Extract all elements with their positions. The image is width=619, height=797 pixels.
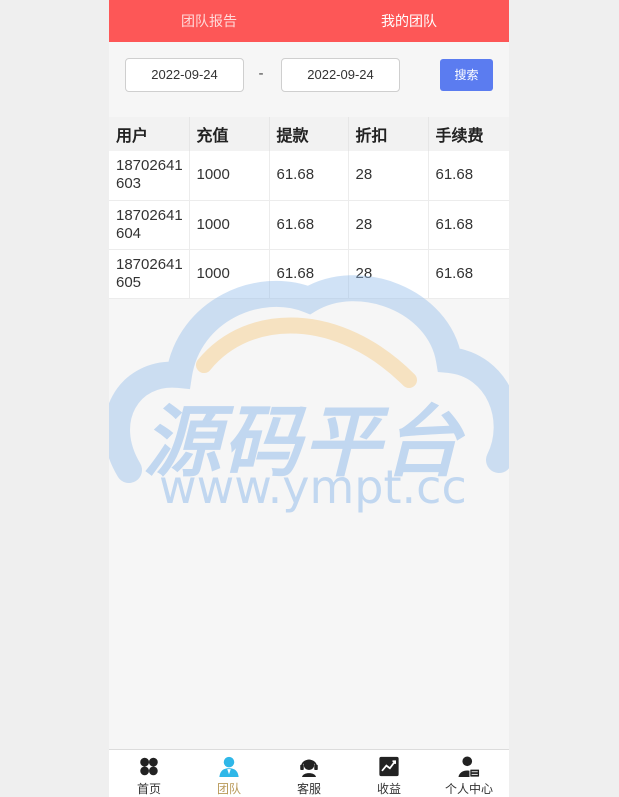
cell-fee: 61.68 xyxy=(435,264,474,282)
cell-fee: 61.68 xyxy=(435,215,474,233)
nav-item-team[interactable]: 团队 xyxy=(189,750,269,797)
nav-item-service[interactable]: 客服 xyxy=(269,750,349,797)
nav-label: 个人中心 xyxy=(444,782,493,796)
watermark-title: 源码平台 xyxy=(143,398,464,488)
column-header-user: 用户 xyxy=(109,117,190,151)
team-person-icon xyxy=(219,756,239,777)
column-header-discount: 折扣 xyxy=(348,117,429,151)
watermark-url: www.ympt.cc xyxy=(159,460,467,514)
nav-label: 收益 xyxy=(376,782,401,796)
cell-withdraw: 61.68 xyxy=(269,200,349,249)
cell-discount: 28 xyxy=(348,249,429,298)
nav-item-home[interactable]: 首页 xyxy=(109,750,189,797)
cell-discount: 28 xyxy=(348,200,429,249)
table-row: 18702641605 1000 61.68 28 61.68 xyxy=(109,249,509,298)
nav-label: 客服 xyxy=(296,782,321,796)
cell-recharge: 1000 xyxy=(189,151,270,200)
cell-user: 18702641605 xyxy=(109,249,190,298)
app-screen: 团队报告 我的团队 2022-09-24 - 2022-09-24 搜索 用户 … xyxy=(109,0,509,797)
headset-icon xyxy=(300,759,318,777)
end-date-input[interactable]: 2022-09-24 xyxy=(281,58,400,92)
cell-withdraw: 61.68 xyxy=(269,249,349,298)
cell-recharge: 1000 xyxy=(189,200,270,249)
nav-label: 团队 xyxy=(216,782,241,796)
table-row: 18702641603 1000 61.68 28 61.68 xyxy=(109,151,509,200)
table-row: 18702641604 1000 61.68 28 61.68 xyxy=(109,200,509,249)
cell-recharge: 1000 xyxy=(189,249,270,298)
nav-item-profile[interactable]: 个人中心 xyxy=(429,750,509,797)
tab-team-report[interactable]: 团队报告 xyxy=(109,0,309,42)
header-tabbar: 团队报告 我的团队 xyxy=(109,0,509,42)
user-card-icon xyxy=(458,756,480,777)
cell-withdraw: 61.68 xyxy=(269,151,349,200)
bottom-nav: 首页 团队 客服 收益 个人中心 xyxy=(109,749,509,797)
cell-user: 18702641603 xyxy=(109,151,190,200)
cell-user: 18702641604 xyxy=(109,200,190,249)
team-table: 用户 充值 提款 折扣 手续费 18702641603 1000 61.68 2… xyxy=(109,117,509,299)
chart-icon xyxy=(379,756,399,777)
nav-label: 首页 xyxy=(136,782,161,796)
search-button[interactable]: 搜索 xyxy=(440,59,493,91)
column-header-recharge: 充值 xyxy=(189,117,270,151)
table-header-row: 用户 充值 提款 折扣 手续费 xyxy=(109,117,509,151)
date-filter: 2022-09-24 - 2022-09-24 搜索 xyxy=(109,42,509,117)
tab-my-team[interactable]: 我的团队 xyxy=(309,0,509,42)
start-date-input[interactable]: 2022-09-24 xyxy=(125,58,244,92)
cloud-logo-icon xyxy=(109,275,509,483)
date-separator: - xyxy=(258,66,264,82)
column-header-fee: 手续费 xyxy=(435,126,484,145)
cell-discount: 28 xyxy=(348,151,429,200)
nav-item-earnings[interactable]: 收益 xyxy=(349,750,429,797)
home-grid-icon xyxy=(140,757,158,776)
column-header-withdraw: 提款 xyxy=(269,117,349,151)
watermark: 源码平台 www.ympt.cc xyxy=(109,270,509,530)
cell-fee: 61.68 xyxy=(435,166,474,184)
